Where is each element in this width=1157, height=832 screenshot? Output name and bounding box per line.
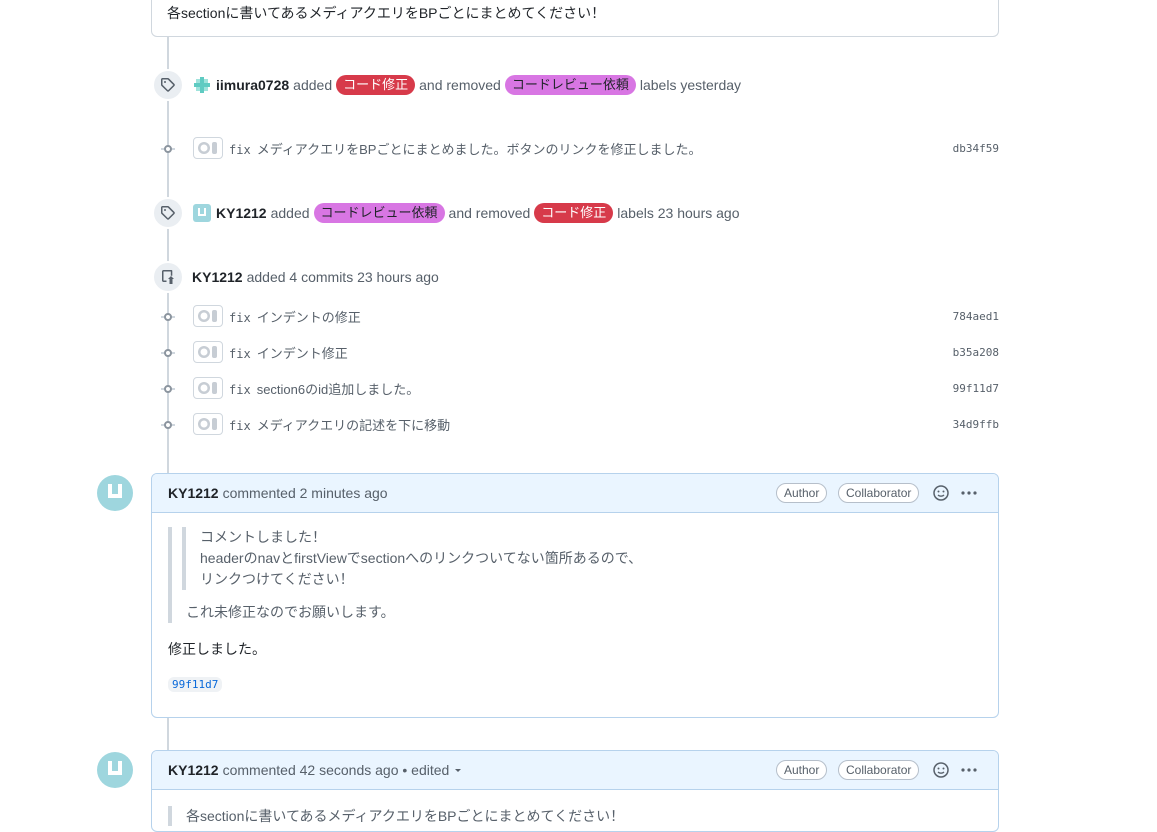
user-avatar-icon [108, 484, 122, 498]
github-avatar-icon[interactable] [193, 137, 223, 159]
event-text: labels 23 hours ago [617, 205, 740, 221]
avatar[interactable] [97, 752, 133, 788]
commit-row: fix インデント修正 b35a208 [193, 341, 999, 363]
nested-blockquote: コメントしました！ headerのnavとfirstViewでsectionへの… [182, 527, 982, 590]
commit-row: fix section6のid追加しました。 99f11d7 [193, 377, 999, 399]
actor-link[interactable]: KY1212 [168, 762, 219, 778]
user-avatar-icon [108, 761, 122, 775]
commit-message[interactable]: section6のid追加しました。 [257, 382, 420, 397]
quote-line: 各sectionに書いてあるメディアクエリをBPごとにまとめてください！ [186, 808, 625, 824]
commit-keyword[interactable]: fix [229, 419, 251, 433]
comment-meta[interactable]: commented 2 minutes ago [223, 485, 388, 501]
label-badge[interactable]: コードレビュー依頼 [313, 203, 445, 223]
actor-link[interactable]: iimura0728 [216, 77, 289, 93]
quote-line: コメントしました！ [200, 529, 326, 545]
label-badge[interactable]: コード修正 [534, 203, 614, 223]
quote-line: headerのnavとfirstViewでsectionへのリンクついてない箇所… [200, 550, 643, 566]
commit-sha[interactable]: db34f59 [953, 142, 999, 155]
collaborator-badge: Collaborator [838, 483, 920, 503]
author-badge: Author [776, 760, 828, 780]
git-commit-icon [164, 145, 172, 153]
tag-badge [152, 69, 184, 101]
tag-icon [161, 206, 175, 220]
label-event: iimura0728 added コード修正 and removed コードレビ… [193, 74, 741, 96]
github-avatar-icon[interactable] [193, 341, 223, 363]
label-badge[interactable]: コード修正 [336, 75, 416, 95]
author-badge: Author [776, 483, 828, 503]
comment-meta[interactable]: commented 42 seconds ago • edited [223, 762, 450, 778]
github-avatar-icon[interactable] [193, 377, 223, 399]
commits-event: KY1212 added 4 commits 23 hours ago [192, 266, 439, 288]
github-avatar-icon[interactable] [193, 305, 223, 327]
blockquote: コメントしました！ headerのnavとfirstViewでsectionへの… [168, 527, 982, 623]
caret-down-icon[interactable] [453, 765, 463, 775]
avatar[interactable] [97, 475, 133, 511]
timeline-comment: KY1212 commented 2 minutes ago Author Co… [151, 473, 999, 718]
commit-row: fix メディアクエリの記述を下に移動 34d9ffb [193, 413, 999, 435]
collaborator-badge: Collaborator [838, 760, 920, 780]
commit-row: fix メディアクエリをBPごとにまとめました。ボタンのリンクを修正しました。 d… [193, 137, 999, 159]
comment-header: KY1212 commented 42 seconds ago • edited… [152, 751, 998, 790]
commit-keyword[interactable]: fix [229, 347, 251, 361]
commit-keyword[interactable]: fix [229, 311, 251, 325]
timeline-line [167, 717, 169, 750]
commit-sha-link[interactable]: 99f11d7 [168, 677, 223, 692]
commit-sha[interactable]: 34d9ffb [953, 418, 999, 431]
commit-message[interactable]: メディアクエリをBPごとにまとめました。ボタンのリンクを修正しました。 [257, 142, 702, 157]
avatar-icon[interactable] [193, 76, 211, 94]
event-text: added [293, 77, 333, 93]
kebab-icon[interactable] [960, 761, 978, 779]
kebab-icon[interactable] [960, 484, 978, 502]
commit-message[interactable]: インデントの修正 [257, 310, 361, 325]
event-text: added 4 commits 23 hours ago [246, 269, 439, 285]
comment-body: コメントしました！ headerのnavとfirstViewでsectionへの… [152, 513, 998, 708]
commit-message[interactable]: インデント修正 [257, 346, 348, 361]
git-commit-icon [164, 349, 172, 357]
event-text: and removed [419, 77, 501, 93]
comment-header: KY1212 commented 2 minutes ago Author Co… [152, 474, 998, 513]
quote-line: リンクつけてください！ [200, 571, 354, 587]
actor-link[interactable]: KY1212 [192, 269, 243, 285]
avatar-icon[interactable] [193, 204, 211, 222]
event-text: labels yesterday [639, 77, 742, 93]
git-commit-icon [164, 313, 172, 321]
smiley-icon[interactable] [932, 761, 950, 779]
commit-message[interactable]: メディアクエリの記述を下に移動 [257, 418, 450, 433]
commit-sha[interactable]: b35a208 [953, 346, 999, 359]
git-commit-icon [164, 385, 172, 393]
repo-push-icon [162, 270, 174, 284]
push-badge [152, 261, 184, 293]
actor-link[interactable]: KY1212 [168, 485, 219, 501]
label-event: KY1212 added コードレビュー依頼 and removed コード修正… [193, 202, 739, 224]
blockquote: 各sectionに書いてあるメディアクエリをBPごとにまとめてください！ [168, 806, 982, 826]
commit-keyword[interactable]: fix [229, 143, 251, 157]
comment-text: 修正しました。 [168, 641, 266, 657]
timeline-line [167, 36, 169, 473]
tag-icon [161, 78, 175, 92]
git-commit-icon [164, 421, 172, 429]
commit-sha[interactable]: 99f11d7 [953, 382, 999, 395]
label-badge[interactable]: コードレビュー依頼 [504, 75, 636, 95]
previous-comment-body: 各sectionに書いてあるメディアクエリをBPごとにまとめてください！ [151, 0, 999, 37]
tag-badge [152, 197, 184, 229]
timeline-comment: KY1212 commented 42 seconds ago • edited… [151, 750, 999, 832]
event-text: and removed [448, 205, 531, 221]
quote-line: これ未修正なのでお願いします。 [186, 604, 395, 620]
event-text: added [270, 205, 310, 221]
comment-body: 各sectionに書いてあるメディアクエリをBPごとにまとめてください！ [152, 790, 998, 831]
comment-text: 各sectionに書いてあるメディアクエリをBPごとにまとめてください！ [167, 5, 606, 21]
commit-row: fix インデントの修正 784aed1 [193, 305, 999, 327]
commit-keyword[interactable]: fix [229, 383, 251, 397]
github-avatar-icon[interactable] [193, 413, 223, 435]
actor-link[interactable]: KY1212 [216, 205, 267, 221]
smiley-icon[interactable] [932, 484, 950, 502]
commit-sha[interactable]: 784aed1 [953, 310, 999, 323]
